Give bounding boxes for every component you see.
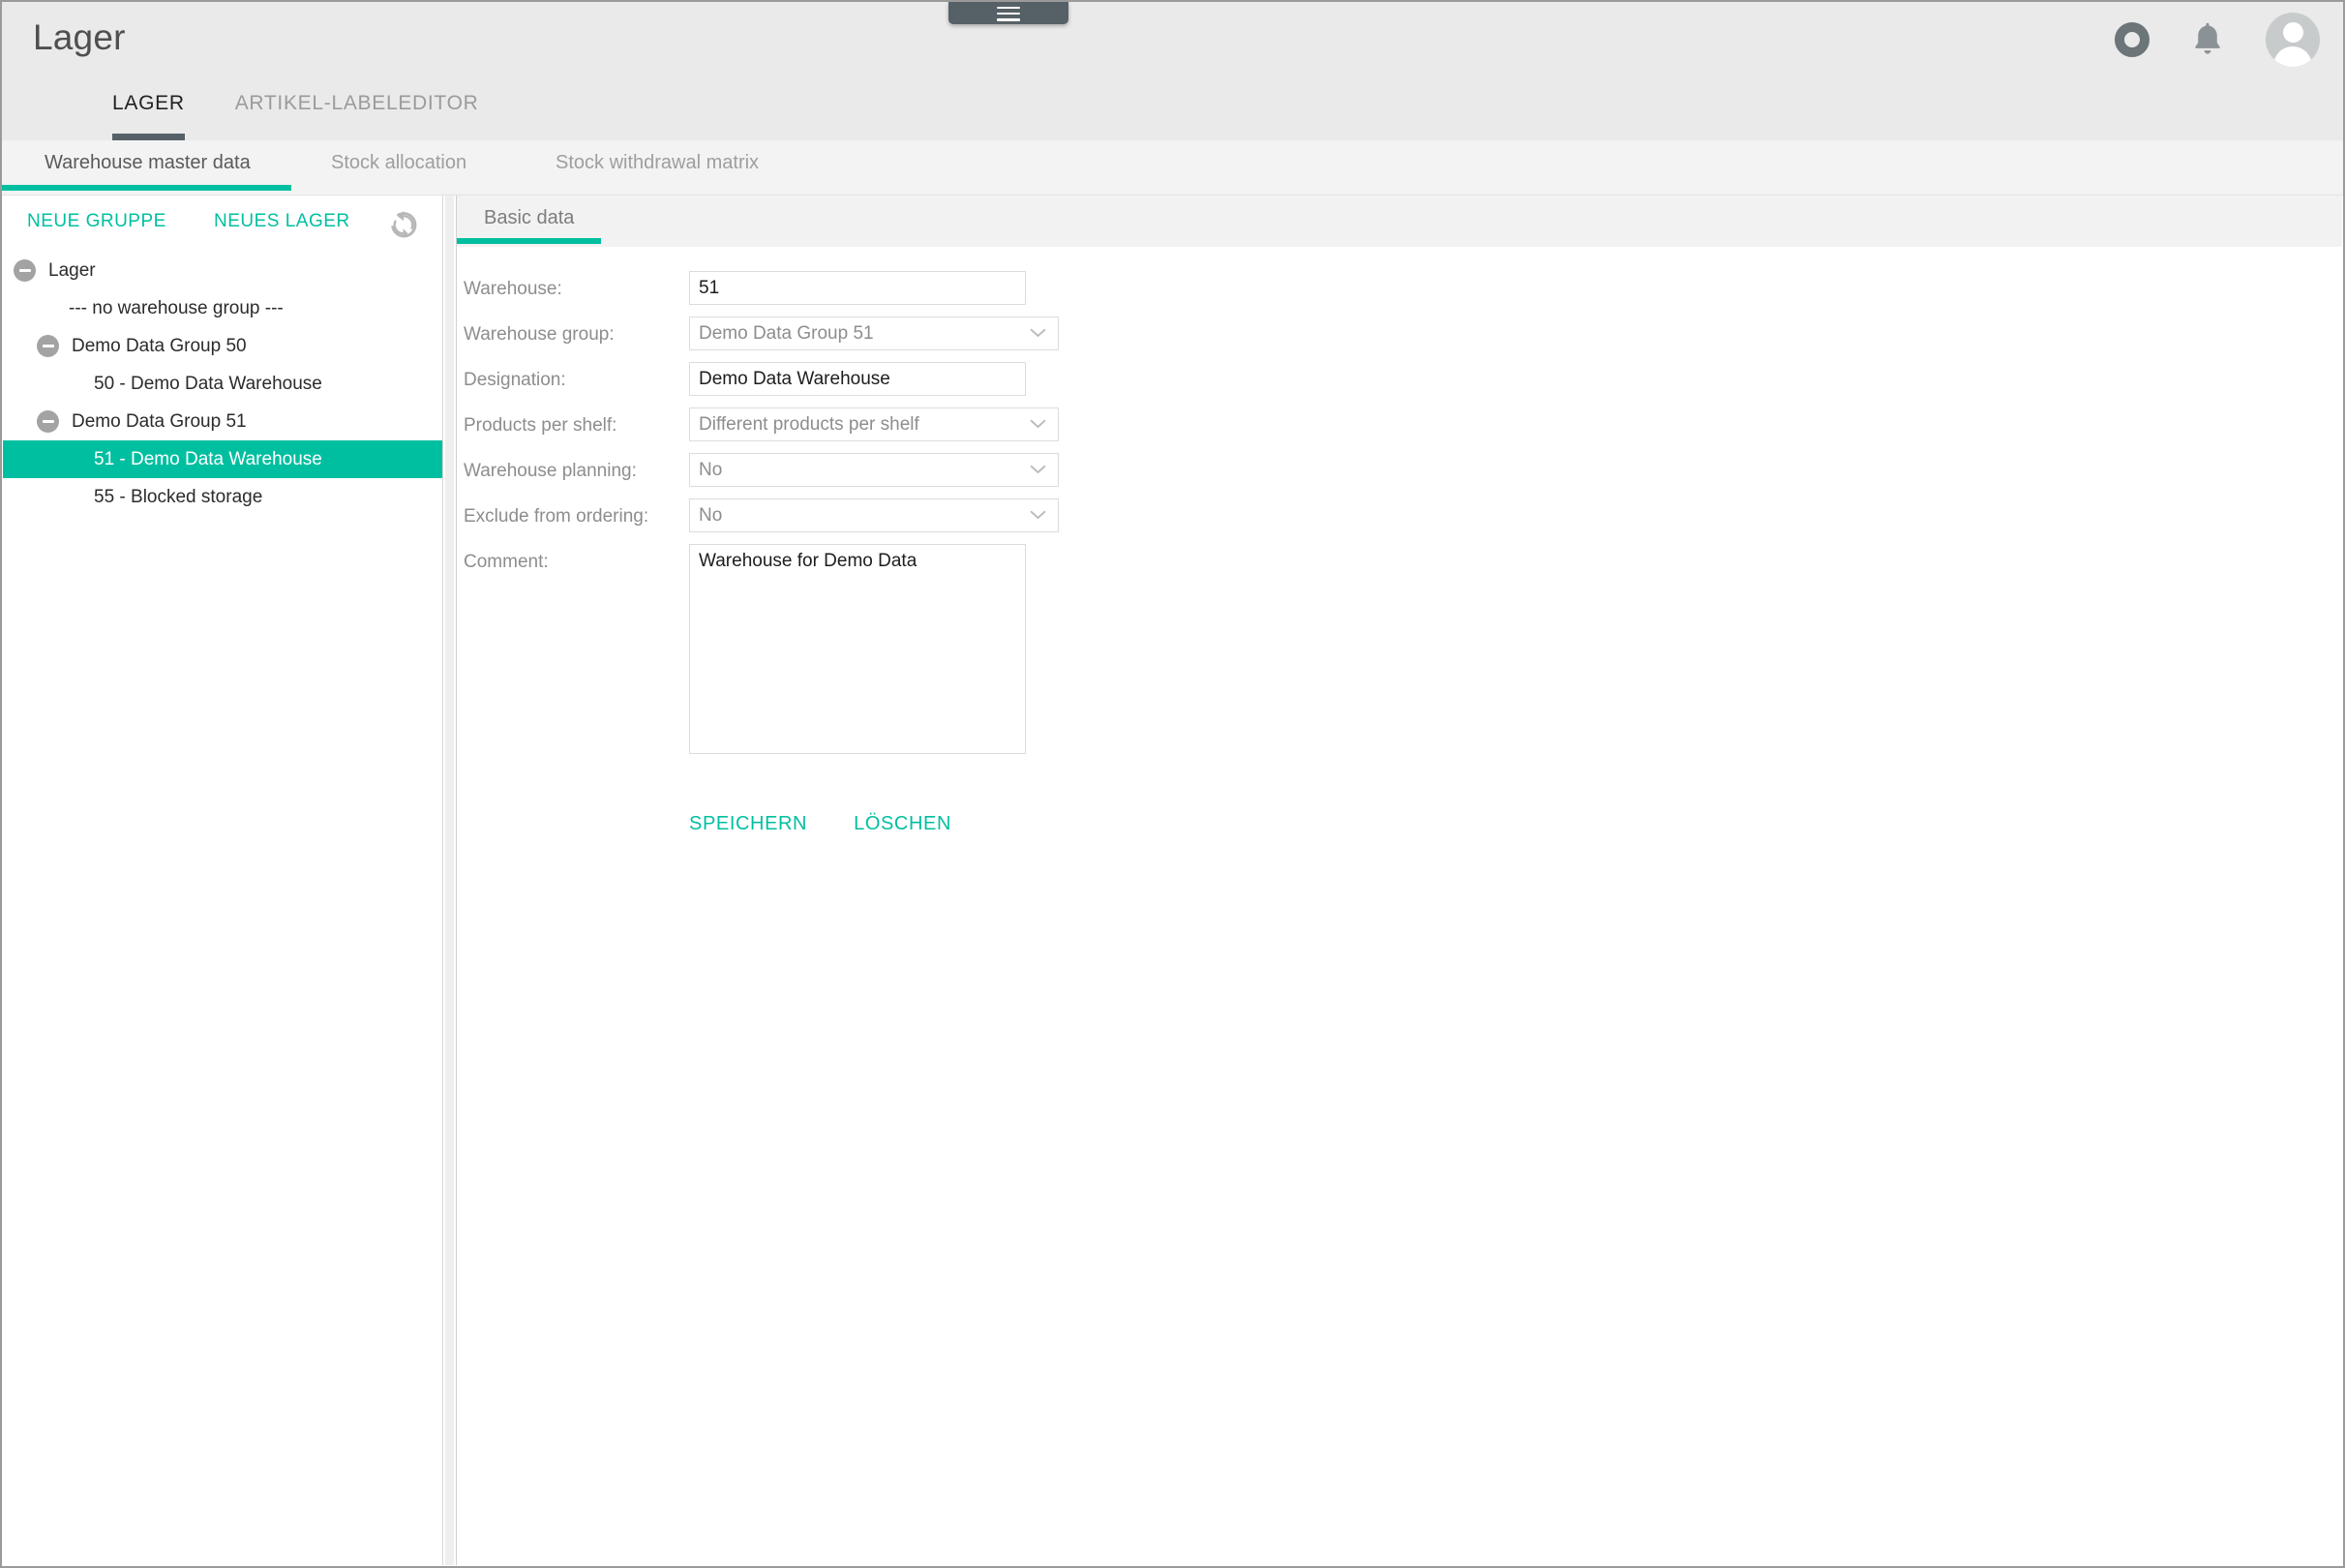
tree-node-lager[interactable]: Lager	[3, 252, 442, 289]
tree-node-label: Demo Data Group 51	[72, 410, 247, 432]
warehouse-planning-label: Warehouse planning:	[464, 461, 637, 481]
warehouse-form: Warehouse: 51 Warehouse group: Demo Data…	[457, 247, 2342, 1565]
tab-basic-data[interactable]: Basic data	[456, 207, 602, 244]
notifications-bell-icon[interactable]	[2190, 21, 2225, 58]
designation-input[interactable]: Demo Data Warehouse	[689, 362, 1026, 396]
tree-node-label: --- no warehouse group ---	[69, 297, 284, 318]
exclude-from-ordering-value: No	[699, 505, 723, 526]
avatar-body	[2273, 46, 2312, 67]
page-title: Lager	[33, 17, 126, 57]
header-icon-group	[2115, 6, 2320, 74]
exclude-from-ordering-select[interactable]: No	[689, 498, 1059, 532]
subtab-warehouse-master-data[interactable]: Warehouse master data	[2, 152, 291, 191]
new-warehouse-label: NEUES LAGER	[214, 211, 350, 231]
warehouse-tree: Lager --- no warehouse group --- Demo Da…	[3, 252, 442, 516]
delete-button[interactable]: LÖSCHEN	[854, 813, 951, 835]
tree-node-demo-data-group-51[interactable]: Demo Data Group 51	[3, 403, 442, 440]
hamburger-menu-icon[interactable]	[948, 2, 1068, 24]
user-avatar-icon[interactable]	[2266, 13, 2320, 67]
tree-node-warehouse-55[interactable]: 55 - Blocked storage	[3, 478, 442, 516]
comment-label: Comment:	[464, 552, 549, 572]
warehouse-group-value: Demo Data Group 51	[699, 323, 874, 344]
chevron-down-icon	[1030, 328, 1046, 338]
new-group-label: NEUE GRUPPE	[27, 211, 166, 231]
chevron-down-icon	[1030, 510, 1046, 520]
tree-node-warehouse-51[interactable]: 51 - Demo Data Warehouse	[3, 440, 442, 478]
chevron-down-icon	[1030, 465, 1046, 474]
subtab-stock-withdrawal-matrix-label: Stock withdrawal matrix	[556, 152, 760, 173]
warehouse-planning-value: No	[699, 460, 723, 480]
designation-label: Designation:	[464, 370, 566, 390]
products-per-shelf-value: Different products per shelf	[699, 414, 919, 435]
bell-glyph	[2195, 22, 2220, 54]
warehouse-group-select[interactable]: Demo Data Group 51	[689, 317, 1059, 350]
detail-tab-bar: Basic data	[456, 196, 2342, 247]
tab-lager-label: LAGER	[112, 92, 185, 114]
subtab-warehouse-master-data-label: Warehouse master data	[45, 152, 251, 173]
refresh-icon[interactable]	[386, 207, 421, 242]
tab-lager[interactable]: LAGER	[87, 79, 210, 140]
avatar-head	[2282, 22, 2303, 43]
form-action-bar: SPEICHERN LÖSCHEN	[689, 813, 951, 835]
tab-artikel-labeleditor-label: ARTIKEL-LABELEDITOR	[234, 92, 479, 114]
tree-node-label: Demo Data Group 50	[72, 335, 247, 356]
collapse-minus-icon[interactable]	[37, 410, 59, 433]
exclude-from-ordering-label: Exclude from ordering:	[464, 506, 649, 527]
collapse-minus-icon[interactable]	[14, 259, 36, 282]
detail-panel: Basic data Warehouse: 51 Warehouse group…	[456, 196, 2342, 1565]
tab-basic-data-label: Basic data	[484, 207, 575, 228]
tree-node-warehouse-50[interactable]: 50 - Demo Data Warehouse	[3, 365, 442, 403]
main-tab-bar: LAGER ARTIKEL-LABELEDITOR	[2, 79, 503, 140]
app-header: Lager LAGER ARTIKEL-LABELEDITOR	[2, 2, 2343, 140]
comment-textarea[interactable]: Warehouse for Demo Data	[689, 544, 1026, 754]
status-ring-icon[interactable]	[2115, 22, 2150, 57]
warehouse-group-label: Warehouse group:	[464, 324, 615, 345]
new-warehouse-button[interactable]: NEUES LAGER	[214, 211, 350, 232]
refresh-glyph	[391, 210, 417, 239]
warehouse-planning-select[interactable]: No	[689, 453, 1059, 487]
subtab-stock-allocation[interactable]: Stock allocation	[331, 152, 466, 174]
tree-node-no-warehouse-group[interactable]: --- no warehouse group ---	[3, 289, 442, 327]
tree-node-label: 55 - Blocked storage	[94, 486, 263, 507]
products-per-shelf-label: Products per shelf:	[464, 415, 617, 436]
app-window: Lager LAGER ARTIKEL-LABELEDITOR Warehous…	[0, 0, 2345, 1568]
subtab-stock-withdrawal-matrix[interactable]: Stock withdrawal matrix	[556, 152, 759, 174]
chevron-down-icon	[1030, 419, 1046, 429]
sidebar-toolbar: NEUE GRUPPE NEUES LAGER	[3, 196, 442, 246]
tab-artikel-labeleditor[interactable]: ARTIKEL-LABELEDITOR	[210, 79, 504, 128]
new-group-button[interactable]: NEUE GRUPPE	[27, 211, 166, 232]
save-button[interactable]: SPEICHERN	[689, 813, 807, 835]
tree-node-label: 50 - Demo Data Warehouse	[94, 373, 322, 394]
tree-node-label: Lager	[48, 259, 96, 281]
products-per-shelf-select[interactable]: Different products per shelf	[689, 407, 1059, 441]
collapse-minus-icon[interactable]	[37, 335, 59, 357]
tree-node-label: 51 - Demo Data Warehouse	[94, 448, 322, 469]
panel-divider	[443, 196, 457, 1565]
warehouse-label: Warehouse:	[464, 279, 562, 299]
tree-node-demo-data-group-50[interactable]: Demo Data Group 50	[3, 327, 442, 365]
warehouse-input[interactable]: 51	[689, 271, 1026, 305]
subtab-stock-allocation-label: Stock allocation	[331, 152, 467, 173]
hamburger-glyph	[997, 6, 1020, 21]
warehouse-tree-sidebar: NEUE GRUPPE NEUES LAGER Lager --- no war…	[3, 196, 443, 1565]
sub-tab-bar: Warehouse master data Stock allocation S…	[2, 140, 2343, 196]
